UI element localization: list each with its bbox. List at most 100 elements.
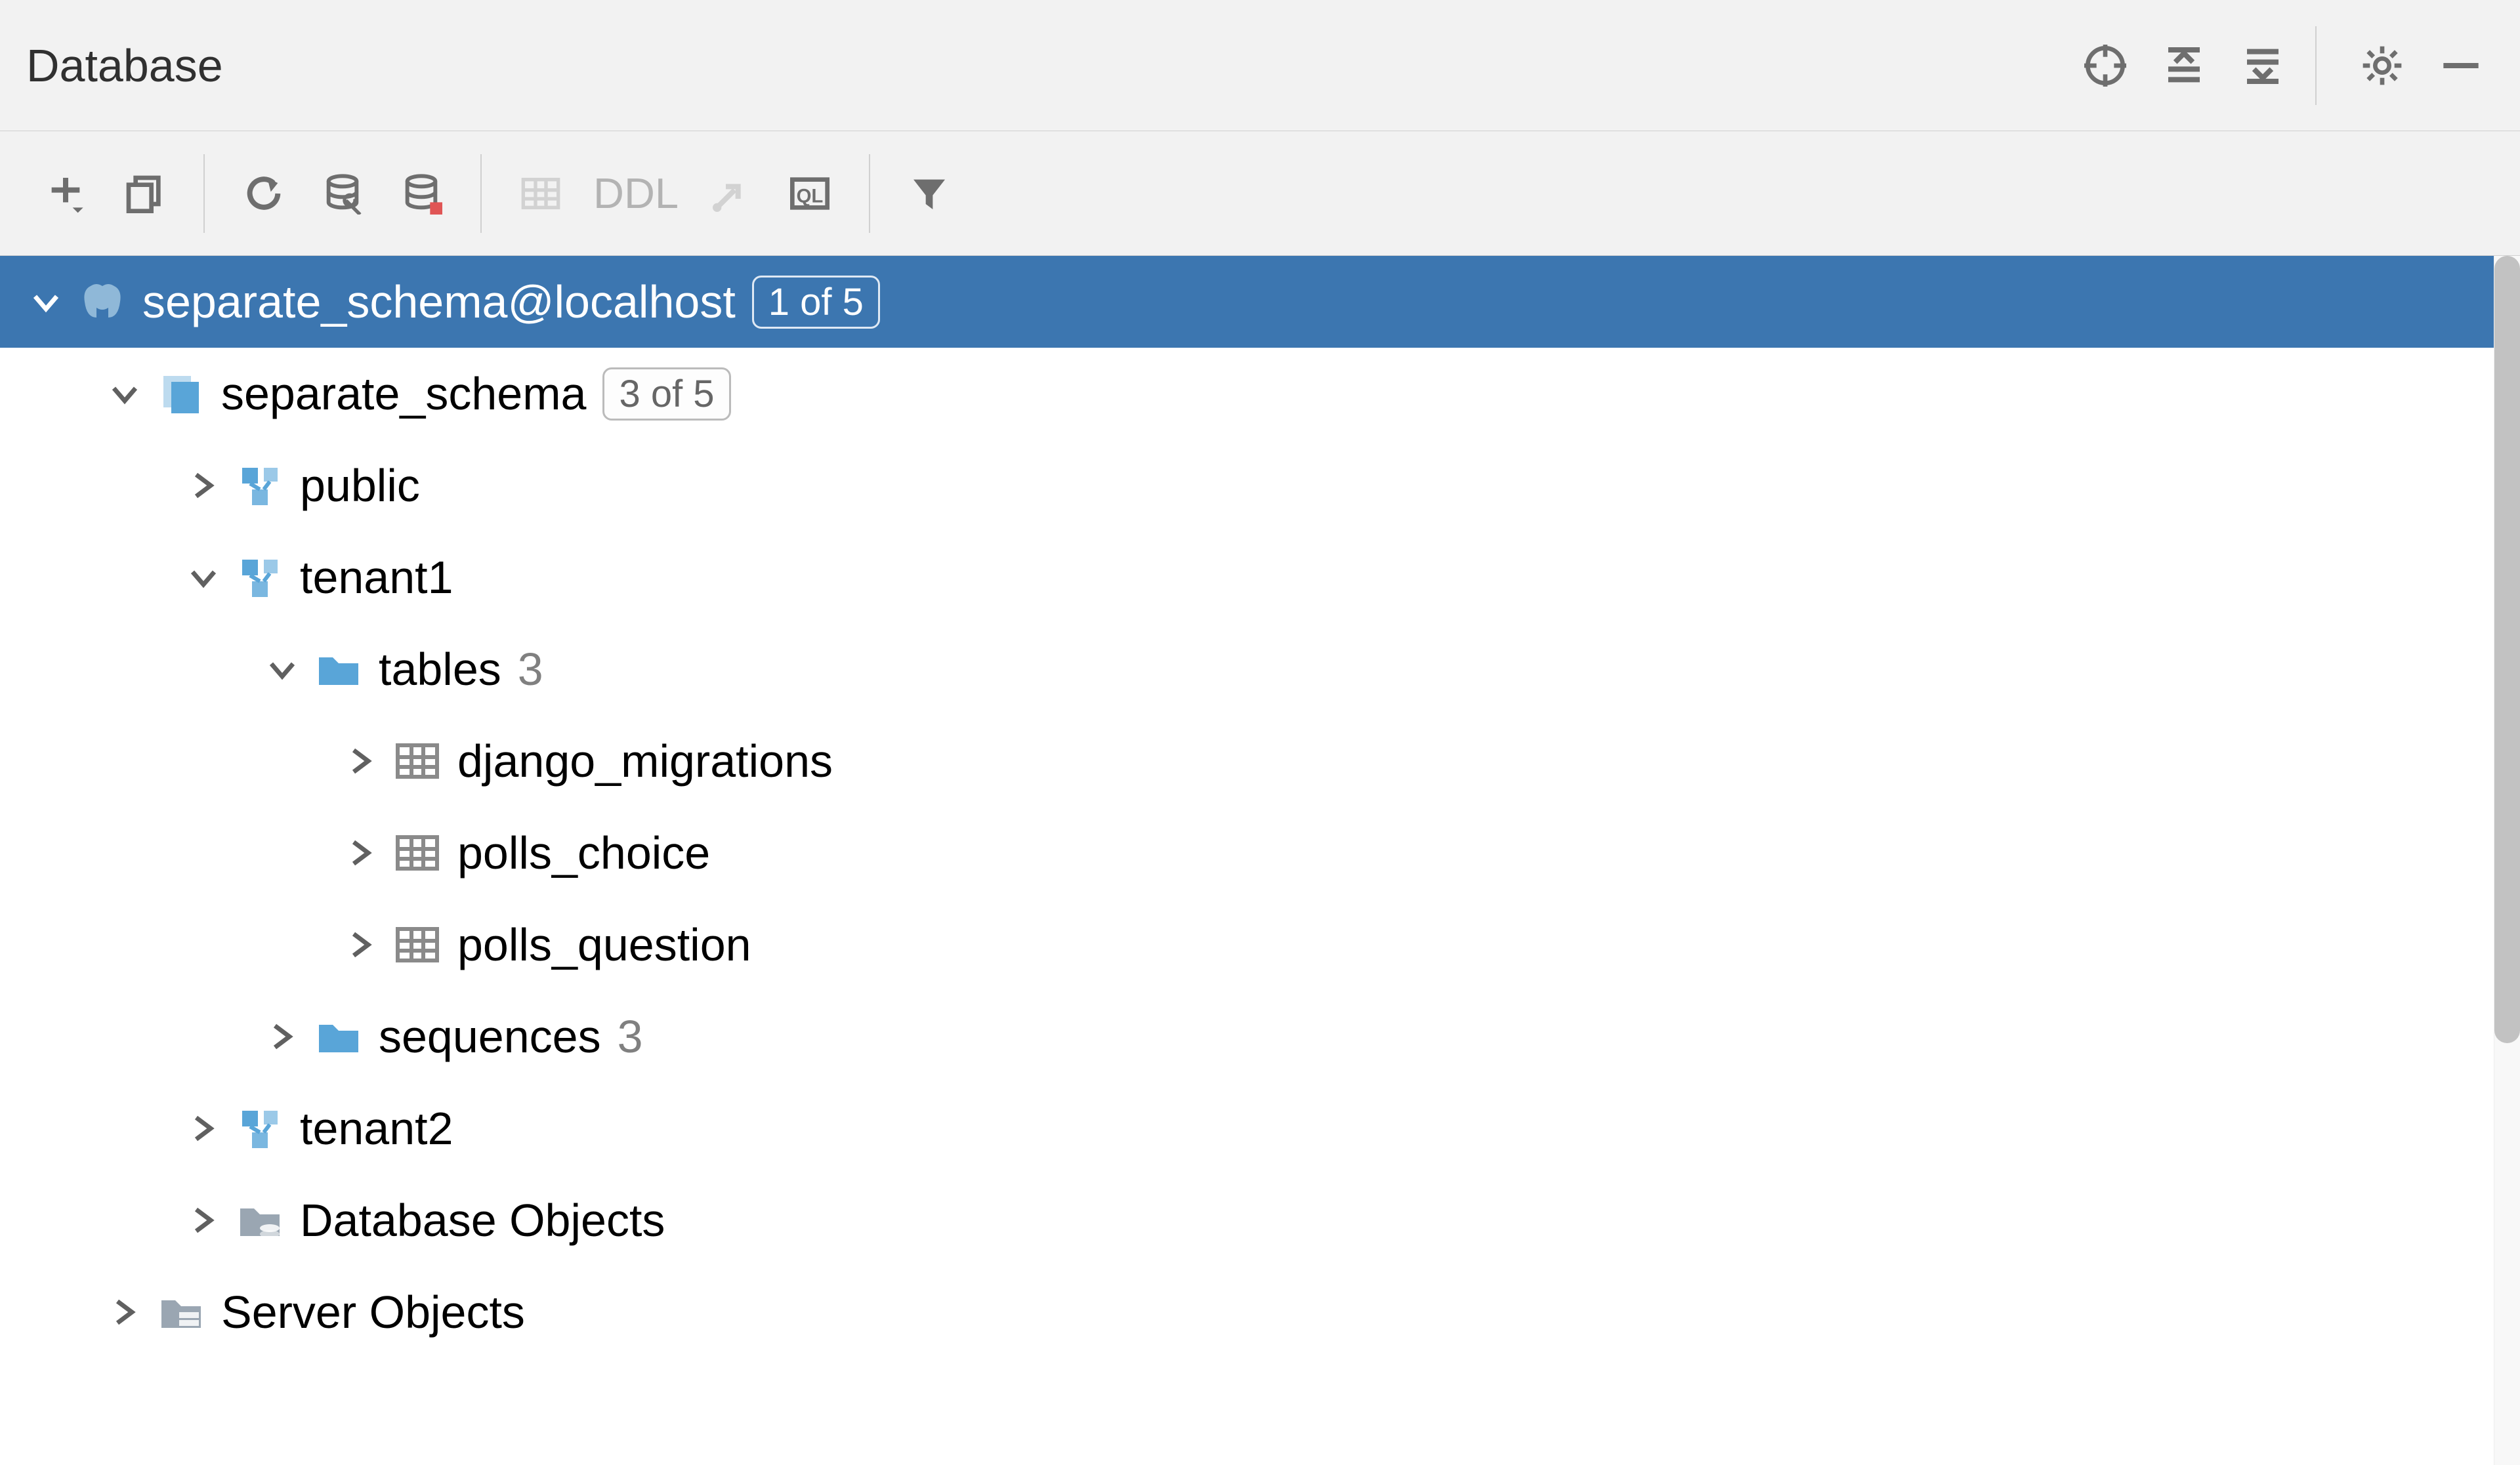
- tree-schema-node-tenant2[interactable]: tenant2: [0, 1083, 2520, 1174]
- expand-toggle[interactable]: [262, 1017, 302, 1056]
- expand-toggle[interactable]: [105, 1292, 144, 1332]
- expand-toggle[interactable]: [184, 1201, 223, 1240]
- chevron-down-icon: [268, 655, 297, 684]
- table-icon: [394, 829, 441, 877]
- toolbar-separator: [203, 154, 205, 233]
- node-label: tenant1: [300, 551, 453, 604]
- folder-icon: [315, 646, 362, 693]
- expand-toggle[interactable]: [26, 282, 66, 321]
- chevron-right-icon: [346, 747, 375, 775]
- gear-icon: [2361, 45, 2403, 87]
- node-label: public: [300, 459, 420, 512]
- node-label: tables: [379, 643, 501, 695]
- expand-toggle[interactable]: [262, 650, 302, 689]
- chevron-right-icon: [346, 838, 375, 867]
- node-label: separate_schema@localhost: [142, 276, 736, 328]
- node-label: Server Objects: [221, 1286, 525, 1338]
- filter-icon: [908, 173, 950, 215]
- datasource-properties-button[interactable]: [303, 154, 382, 233]
- query-console-icon: [789, 173, 831, 215]
- scrollbar-thumb[interactable]: [2494, 256, 2520, 1043]
- chevron-right-icon: [189, 1114, 218, 1143]
- tree-datasource-node[interactable]: separate_schema@localhost 1 of 5: [0, 256, 2520, 348]
- expand-toggle[interactable]: [105, 374, 144, 413]
- table-icon: [394, 737, 441, 785]
- tree-table-node[interactable]: polls_question: [0, 899, 2520, 991]
- node-label: sequences: [379, 1010, 601, 1063]
- database-wrench-icon: [322, 173, 364, 215]
- toolbar-separator: [480, 154, 482, 233]
- tree-schema-node-tenant1[interactable]: tenant1: [0, 531, 2520, 623]
- refresh-button[interactable]: [224, 154, 303, 233]
- titlebar-separator: [2315, 26, 2317, 105]
- postgres-icon: [79, 278, 126, 325]
- tree-server-objects-node[interactable]: Server Objects: [0, 1266, 2520, 1358]
- chevron-right-icon: [268, 1022, 297, 1051]
- plus-icon: [45, 173, 87, 215]
- chevron-down-icon: [110, 379, 139, 408]
- target-icon: [2084, 45, 2126, 87]
- copy-icon: [123, 173, 165, 215]
- table-icon: [394, 921, 441, 968]
- node-label: django_migrations: [457, 735, 833, 787]
- chevron-right-icon: [189, 471, 218, 500]
- schema-count-badge: 1 of 5: [752, 276, 880, 329]
- disconnect-button[interactable]: [382, 154, 461, 233]
- table-icon: [520, 173, 562, 215]
- tree-table-node[interactable]: polls_choice: [0, 807, 2520, 899]
- expand-toggle[interactable]: [184, 1109, 223, 1148]
- collapse-all-icon: [2242, 45, 2284, 87]
- settings-button[interactable]: [2349, 33, 2415, 98]
- ddl-button[interactable]: DDL: [580, 154, 692, 233]
- duplicate-button[interactable]: [105, 154, 184, 233]
- navigate-button[interactable]: [692, 154, 770, 233]
- filter-button[interactable]: [890, 154, 969, 233]
- panel-titlebar: Database: [0, 0, 2520, 131]
- tree-database-node[interactable]: separate_schema 3 of 5: [0, 348, 2520, 440]
- chevron-down-icon: [32, 287, 60, 316]
- minimize-icon: [2440, 45, 2482, 87]
- node-label: tenant2: [300, 1102, 453, 1155]
- node-count: 3: [518, 643, 543, 695]
- expand-toggle[interactable]: [341, 925, 381, 964]
- chevron-right-icon: [110, 1298, 139, 1327]
- panel-title: Database: [26, 39, 223, 92]
- tree-schema-node-public[interactable]: public: [0, 440, 2520, 531]
- tree-sequences-folder[interactable]: sequences 3: [0, 991, 2520, 1083]
- node-label: polls_question: [457, 918, 751, 971]
- collapse-all-button[interactable]: [2230, 33, 2296, 98]
- expand-toggle[interactable]: [184, 558, 223, 597]
- query-console-button[interactable]: [770, 154, 849, 233]
- expand-all-button[interactable]: [2151, 33, 2217, 98]
- expand-toggle[interactable]: [184, 466, 223, 505]
- database-tree[interactable]: separate_schema@localhost 1 of 5 separat…: [0, 256, 2520, 1465]
- hide-panel-button[interactable]: [2428, 33, 2494, 98]
- schema-count-badge: 3 of 5: [602, 367, 730, 421]
- expand-toggle[interactable]: [341, 741, 381, 781]
- expand-toggle[interactable]: [341, 833, 381, 873]
- folder-icon: [315, 1013, 362, 1060]
- new-button[interactable]: [26, 154, 105, 233]
- database-toolbar: DDL: [0, 131, 2520, 256]
- schema-icon: [236, 554, 284, 601]
- folder-db-icon: [236, 1197, 284, 1244]
- schema-icon: [236, 462, 284, 509]
- scroll-from-source-button[interactable]: [2072, 33, 2138, 98]
- schema-icon: [236, 1105, 284, 1152]
- node-label: separate_schema: [221, 367, 586, 420]
- refresh-icon: [243, 173, 285, 215]
- chevron-right-icon: [346, 930, 375, 959]
- node-label: polls_choice: [457, 827, 710, 879]
- vertical-scrollbar[interactable]: [2494, 256, 2520, 1465]
- folder-server-icon: [158, 1289, 205, 1336]
- database-tool-window: Database: [0, 0, 2520, 1465]
- toolbar-separator: [869, 154, 870, 233]
- node-label: Database Objects: [300, 1194, 665, 1247]
- expand-all-icon: [2163, 45, 2205, 87]
- chevron-right-icon: [189, 1206, 218, 1235]
- table-editor-button[interactable]: [501, 154, 580, 233]
- tree-table-node[interactable]: django_migrations: [0, 715, 2520, 807]
- tree-database-objects-node[interactable]: Database Objects: [0, 1174, 2520, 1266]
- database-icon: [158, 370, 205, 417]
- tree-tables-folder[interactable]: tables 3: [0, 623, 2520, 715]
